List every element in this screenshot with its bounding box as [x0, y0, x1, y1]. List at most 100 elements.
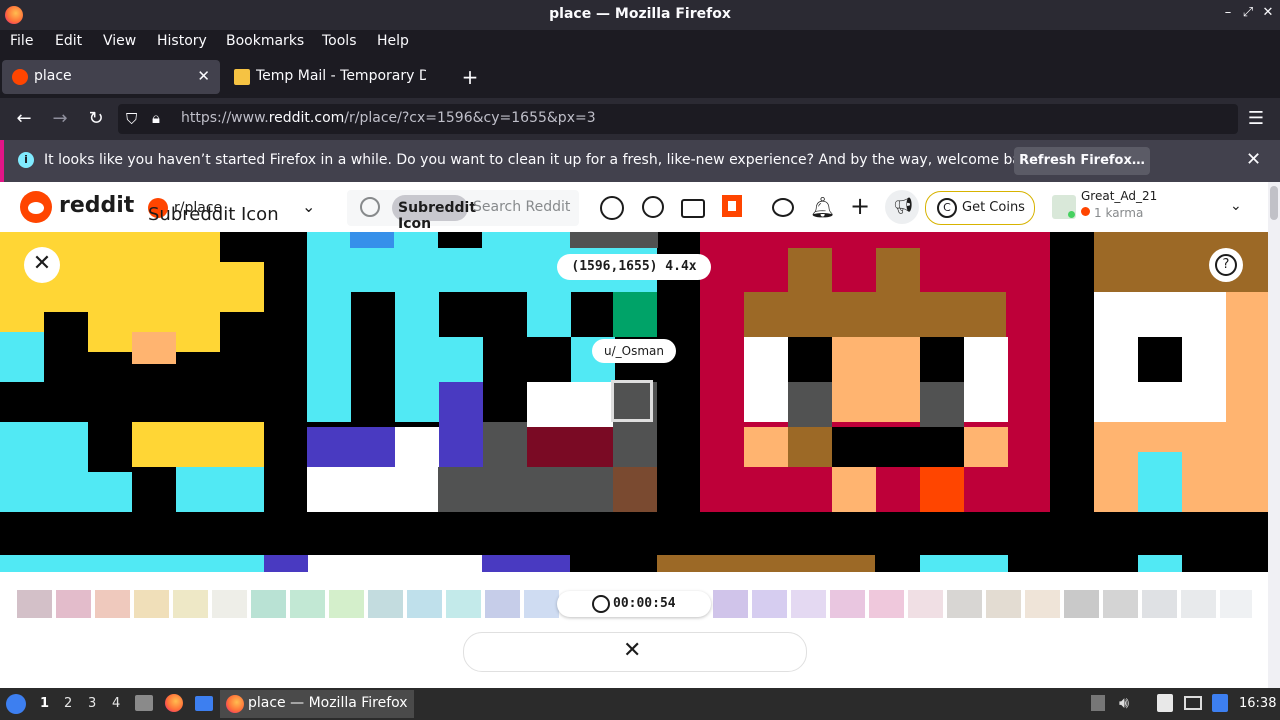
chat-icon[interactable] — [772, 198, 794, 217]
canvas-pixel — [1226, 292, 1268, 512]
minimize-icon[interactable]: – — [1218, 5, 1238, 25]
clipboard-icon[interactable] — [1157, 694, 1173, 712]
taskbar-window-label: place — Mozilla Firefox — [248, 695, 408, 711]
user-menu-chevron-icon[interactable]: ⌄ — [1230, 198, 1242, 214]
close-notification-icon[interactable]: ✕ — [1246, 149, 1261, 170]
notifications-bell-icon[interactable]: 🔔︎ — [810, 195, 835, 219]
desktop-icon[interactable] — [195, 696, 213, 711]
canvas-pixel — [788, 427, 832, 467]
lock-icon[interactable]: 🔒︎ — [152, 109, 160, 127]
close-window-icon[interactable]: ✕ — [1258, 5, 1278, 25]
url-text[interactable]: https://www.reddit.com/r/place/?cx=1596&… — [181, 110, 596, 126]
forward-button[interactable]: → — [47, 106, 73, 132]
palette-swatch[interactable] — [17, 590, 52, 618]
reddit-wordmark[interactable]: reddit — [59, 193, 134, 218]
start-menu-icon[interactable] — [6, 694, 26, 714]
tab-temp-mail[interactable]: Temp Mail - Temporary D — [224, 60, 446, 94]
palette-swatch[interactable] — [947, 590, 982, 618]
palette-swatch[interactable] — [407, 590, 442, 618]
palette-swatch[interactable] — [791, 590, 826, 618]
palette-swatch[interactable] — [1103, 590, 1138, 618]
menu-view[interactable]: View — [103, 33, 136, 49]
menu-bookmarks[interactable]: Bookmarks — [226, 33, 304, 49]
page-scrollbar[interactable] — [1268, 182, 1280, 688]
volume-icon[interactable]: 🔊︎ — [1119, 693, 1129, 713]
search-placeholder[interactable]: Search Reddit — [473, 199, 570, 215]
workspace-1[interactable]: 1 — [40, 696, 49, 711]
palette-swatch[interactable] — [368, 590, 403, 618]
chevron-down-icon[interactable]: ⌄ — [302, 197, 315, 216]
canvas-pixel — [788, 248, 832, 292]
search-icon-alt-text: Subreddit Icon — [398, 200, 477, 232]
back-button[interactable]: ← — [11, 106, 37, 132]
popular-icon[interactable] — [600, 196, 624, 220]
canvas-pixel — [132, 422, 264, 467]
menu-edit[interactable]: Edit — [55, 33, 82, 49]
palette-swatch[interactable] — [290, 590, 325, 618]
palette-swatch[interactable] — [212, 590, 247, 618]
network-icon[interactable] — [1212, 694, 1228, 712]
new-tab-button[interactable]: + — [458, 64, 482, 90]
menu-file[interactable]: File — [10, 33, 33, 49]
palette-swatch[interactable] — [1025, 590, 1060, 618]
canvas-pixel — [613, 467, 657, 512]
close-canvas-button[interactable]: ✕ — [24, 247, 60, 283]
menu-help[interactable]: Help — [377, 33, 409, 49]
firefox-launcher-icon[interactable] — [165, 694, 183, 712]
canvas-pixel — [395, 292, 439, 422]
palette-swatch[interactable] — [713, 590, 748, 618]
workspace-3[interactable]: 3 — [88, 696, 96, 711]
place-icon[interactable] — [722, 195, 742, 217]
menu-history[interactable]: History — [157, 33, 207, 49]
reload-button[interactable]: ↻ — [83, 106, 109, 132]
canvas-pixel — [744, 427, 788, 467]
menu-tools[interactable]: Tools — [322, 33, 357, 49]
canvas-pixel — [527, 337, 571, 382]
tab-label: Temp Mail - Temporary D — [256, 68, 426, 84]
palette-swatch[interactable] — [485, 590, 520, 618]
palette-swatch[interactable] — [524, 590, 559, 618]
display-icon[interactable] — [1184, 696, 1202, 710]
taskbar-window-button[interactable]: place — Mozilla Firefox — [220, 690, 414, 718]
canvas-pixel — [876, 248, 920, 292]
workspace-2[interactable]: 2 — [64, 696, 72, 711]
maximize-icon[interactable]: ⤢ — [1238, 5, 1258, 25]
palette-swatch[interactable] — [446, 590, 481, 618]
palette-swatch[interactable] — [56, 590, 91, 618]
canvas-pixel — [920, 337, 964, 382]
palette-swatch[interactable] — [134, 590, 169, 618]
canvas-pixel — [527, 427, 615, 467]
refresh-firefox-button[interactable]: Refresh Firefox… — [1014, 147, 1150, 175]
palette-swatch[interactable] — [1181, 590, 1216, 618]
canvas-pixel — [438, 232, 482, 248]
reddit-logo-icon[interactable] — [20, 191, 52, 223]
close-tab-icon[interactable]: ✕ — [197, 67, 210, 85]
palette-swatch[interactable] — [752, 590, 787, 618]
username[interactable]: Great_Ad_21 — [1081, 189, 1157, 203]
tracking-shield-icon[interactable]: ⛉ — [126, 110, 137, 128]
palette-swatch[interactable] — [1064, 590, 1099, 618]
help-button[interactable]: ? — [1209, 248, 1243, 282]
tab-place[interactable]: place ✕ — [2, 60, 220, 94]
video-icon[interactable] — [681, 199, 705, 218]
palette-swatch[interactable] — [1220, 590, 1252, 618]
file-manager-icon[interactable] — [135, 695, 153, 711]
palette-swatch[interactable] — [95, 590, 130, 618]
app-menu-icon[interactable]: ☰ — [1243, 106, 1269, 132]
palette-swatch[interactable] — [1142, 590, 1177, 618]
palette-swatch[interactable] — [908, 590, 943, 618]
coin-icon: C — [937, 198, 957, 218]
palette-swatch[interactable] — [830, 590, 865, 618]
scrollbar-thumb[interactable] — [1270, 186, 1278, 220]
tray-updates-icon[interactable] — [1091, 695, 1105, 711]
canvas-pixel — [788, 382, 832, 427]
palette-swatch[interactable] — [251, 590, 286, 618]
create-post-icon[interactable]: + — [850, 192, 870, 220]
palette-swatch[interactable] — [173, 590, 208, 618]
palette-swatch[interactable] — [986, 590, 1021, 618]
palette-swatch[interactable] — [329, 590, 364, 618]
coins-chart-icon[interactable] — [642, 196, 664, 218]
workspace-4[interactable]: 4 — [112, 696, 120, 711]
pixel-user-tag: u/_Osman — [592, 339, 676, 363]
palette-swatch[interactable] — [869, 590, 904, 618]
